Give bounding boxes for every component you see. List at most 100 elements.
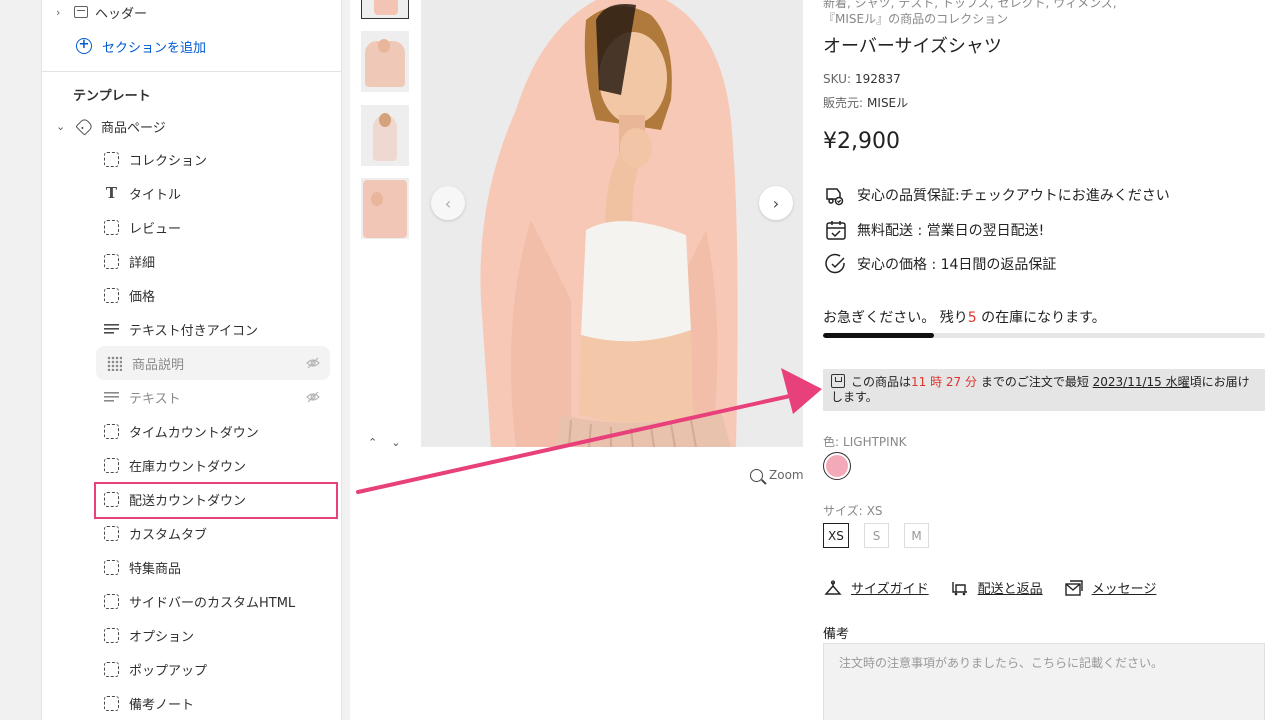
sidebar-block-item[interactable]: テキスト xyxy=(96,380,330,414)
stock-progress-fill xyxy=(823,333,934,338)
sidebar-item-label: 商品ページ xyxy=(101,120,166,136)
sidebar-block-item[interactable]: 詳細 xyxy=(96,244,330,278)
quality-check-icon xyxy=(826,188,844,206)
sidebar-block-item[interactable]: 特集商品 xyxy=(96,550,330,584)
vendor-label: 販売元: xyxy=(823,96,864,110)
sidebar-block-item[interactable]: レビュー xyxy=(96,210,330,244)
size-guide-link[interactable]: サイズガイド xyxy=(824,578,929,597)
visibility-off-icon[interactable] xyxy=(306,390,320,404)
sidebar-block-item[interactable]: 商品説明 xyxy=(96,346,330,380)
block-list: コレクション T タイトルレビュー詳細 価格 テキスト付きアイコン 商品説明 テキストタイム… xyxy=(96,142,330,720)
gallery-thumbnail[interactable] xyxy=(361,0,409,19)
feature-text: 無料配送 : 営業日の翌日配送! xyxy=(857,223,1045,239)
annotation-highlight-box xyxy=(94,482,338,519)
stock-countdown-text: お急ぎください。 残り5 の在庫になります。 xyxy=(823,310,1106,326)
sidebar-block-label: コレクション xyxy=(129,153,208,169)
add-section-button[interactable]: + セクションを追加 xyxy=(76,37,207,56)
product-main-image[interactable] xyxy=(421,0,803,447)
sidebar-block-label: タイムカウントダウン xyxy=(129,425,259,441)
gallery-next-button[interactable]: › xyxy=(759,186,793,220)
thumbnail-scroll-arrows[interactable]: ⌃⌄ xyxy=(368,436,414,449)
sidebar-block-item[interactable]: 備考ノート xyxy=(96,686,330,720)
size-button-s[interactable]: S xyxy=(864,523,889,548)
chevron-left-icon: ‹ xyxy=(444,193,452,213)
price-check-icon xyxy=(825,253,845,274)
sidebar-block-item[interactable]: タイムカウントダウン xyxy=(96,414,330,448)
drag-handle-icon[interactable] xyxy=(107,355,122,371)
calendar-icon xyxy=(826,221,846,240)
sku-line: SKU: 192837 xyxy=(823,72,901,86)
visibility-off-icon[interactable] xyxy=(306,356,320,370)
link-label: メッセージ xyxy=(1091,582,1157,597)
chevron-down-icon[interactable]: ⌄ xyxy=(56,120,70,133)
sidebar-block-item[interactable]: 在庫カウントダウン xyxy=(96,448,330,482)
feature-text: 安心の品質保証:チェックアウトにお進みください xyxy=(857,188,1170,204)
vendor-line: 販売元: MISEル xyxy=(823,94,908,111)
dashed-block-icon xyxy=(104,695,119,711)
link-label: サイズガイド xyxy=(851,582,929,597)
sidebar-item-header[interactable]: › ヘッダー xyxy=(56,0,147,24)
gallery-thumbnail[interactable] xyxy=(361,178,409,239)
gallery-prev-button[interactable]: ‹ xyxy=(431,186,465,220)
sidebar-block-item[interactable]: カスタムタブ xyxy=(96,516,330,550)
size-button-m[interactable]: M xyxy=(904,523,929,548)
stock-progress-bar xyxy=(823,333,1265,338)
sidebar-block-item[interactable]: オプション xyxy=(96,618,330,652)
sidebar-block-item[interactable]: サイドバーのカスタムHTML xyxy=(96,584,330,618)
message-link[interactable]: メッセージ xyxy=(1064,578,1157,597)
sidebar-block-label: オプション xyxy=(129,629,195,645)
sidebar-block-label: 特集商品 xyxy=(129,561,182,577)
dashed-block-icon xyxy=(104,151,119,167)
header-section-icon xyxy=(74,6,88,18)
add-section-label: セクションを追加 xyxy=(102,40,207,56)
stock-count: 5 xyxy=(967,310,977,326)
shipping-returns-link[interactable]: 配送と返品 xyxy=(951,578,1043,597)
zoom-button[interactable]: Zoom xyxy=(750,468,804,482)
delivery-date: 2023/11/15 水曜 xyxy=(1092,375,1190,389)
gallery-thumbnail[interactable] xyxy=(361,105,409,166)
chevron-right-icon[interactable]: › xyxy=(56,6,70,19)
sidebar-block-label: レビュー xyxy=(129,221,182,237)
sku-label: SKU: xyxy=(823,72,851,86)
delivery-countdown-banner: この商品は11 時 27 分 までのご注文で最短 2023/11/15 水曜頃に… xyxy=(823,369,1265,411)
sidebar-block-item[interactable]: コレクション xyxy=(96,142,330,176)
sidebar-block-label: タイトル xyxy=(129,187,182,203)
order-note-textarea[interactable] xyxy=(823,643,1265,720)
package-icon xyxy=(831,374,845,388)
size-option-label: サイズ: XS xyxy=(823,504,883,518)
dashed-block-icon xyxy=(104,219,119,235)
divider xyxy=(41,71,342,72)
color-swatch-lightpink[interactable] xyxy=(823,452,851,480)
gallery-thumbnail[interactable] xyxy=(361,31,409,92)
product-price: ¥2,900 xyxy=(823,129,900,154)
sidebar-block-item[interactable]: ポップアップ xyxy=(96,652,330,686)
sidebar-block-item[interactable]: T タイトル xyxy=(96,176,330,210)
dashed-block-icon xyxy=(104,287,119,303)
sidebar-block-label: 備考ノート xyxy=(129,697,195,713)
sidebar-block-item[interactable]: テキスト付きアイコン xyxy=(96,312,330,346)
delivery-countdown-time: 11 時 27 分 xyxy=(911,375,977,389)
text-T-icon: T xyxy=(105,183,118,202)
product-links: サイズガイド 配送と返品 メッセージ xyxy=(824,578,1178,597)
product-title: オーバーサイズシャツ xyxy=(823,36,1002,57)
plus-circle-icon: + xyxy=(76,38,92,54)
model-photo xyxy=(421,0,803,447)
sidebar-block-item[interactable]: 価格 xyxy=(96,278,330,312)
collection-breadcrumb: 新着, シャツ, テスト, トップス, セレクト, ウィメンズ, 『MISEル』… xyxy=(823,0,1117,26)
feature-shipping: 無料配送 : 営業日の翌日配送! xyxy=(825,219,1044,241)
zoom-icon xyxy=(750,468,763,482)
dashed-block-icon xyxy=(104,457,119,473)
order-note-label: 備考 xyxy=(823,627,850,642)
color-value: LIGHTPINK xyxy=(843,435,907,449)
size-button-xs[interactable]: XS xyxy=(823,523,849,548)
message-icon xyxy=(1064,579,1083,596)
shipping-icon xyxy=(951,581,967,595)
vendor-value: MISEル xyxy=(867,96,909,110)
sidebar-item-product-page[interactable]: ⌄ 商品ページ xyxy=(56,116,166,136)
size-value: XS xyxy=(866,504,883,518)
zoom-label: Zoom xyxy=(769,468,804,482)
feature-text: 安心の価格 : 14日間の返品保証 xyxy=(857,257,1057,273)
dashed-block-icon xyxy=(104,627,119,643)
dashed-block-icon xyxy=(104,525,119,541)
sidebar-block-label: サイドバーのカスタムHTML xyxy=(129,595,296,611)
